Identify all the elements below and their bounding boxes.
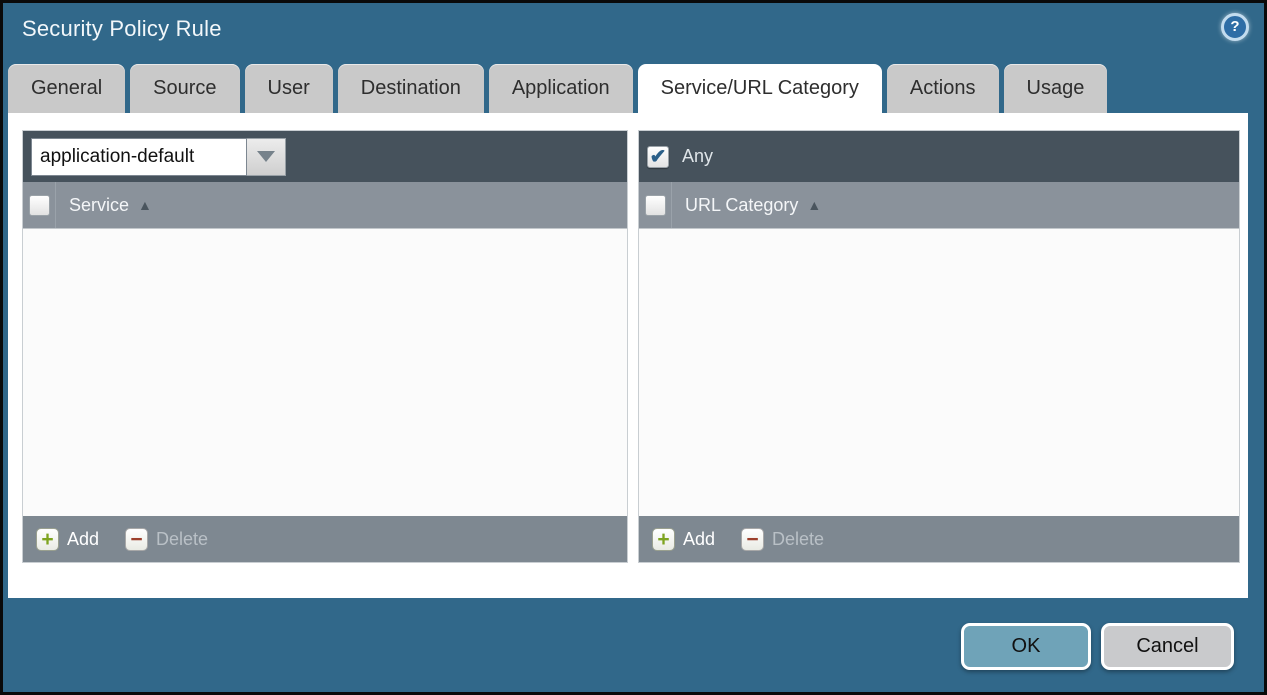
service-panel-footer: + Add − Delete [23,516,627,562]
add-button-label: Add [683,529,715,550]
chevron-down-icon [257,151,275,162]
ok-button[interactable]: OK [961,623,1091,670]
service-column-header[interactable]: Service ▲ [69,195,152,216]
service-panel-toolbar [23,131,627,182]
url-category-panel-toolbar: ✔ Any [639,131,1239,182]
plus-icon: + [652,528,675,551]
tab-service-url-category[interactable]: Service/URL Category [638,64,882,113]
service-delete-button[interactable]: − Delete [125,528,208,551]
minus-icon: − [125,528,148,551]
delete-button-label: Delete [772,529,824,550]
url-category-column-header[interactable]: URL Category ▲ [685,195,821,216]
tab-usage[interactable]: Usage [1004,64,1108,113]
tab-destination[interactable]: Destination [338,64,484,113]
service-column-label: Service [69,195,129,216]
tab-user[interactable]: User [245,64,333,113]
url-category-panel-footer: + Add − Delete [639,516,1239,562]
cancel-button[interactable]: Cancel [1101,623,1234,670]
service-select-all-checkbox[interactable] [29,195,50,216]
security-policy-rule-dialog: Security Policy Rule ? General Source Us… [0,0,1267,695]
tab-actions[interactable]: Actions [887,64,999,113]
any-checkbox-label: Any [682,146,713,167]
url-category-table-body[interactable] [639,229,1239,516]
service-type-input[interactable] [31,138,247,176]
delete-button-label: Delete [156,529,208,550]
url-category-delete-button[interactable]: − Delete [741,528,824,551]
url-category-add-button[interactable]: + Add [652,528,715,551]
url-category-header-checkbox-cell [639,182,672,228]
tab-application[interactable]: Application [489,64,633,113]
url-category-panel: ✔ Any URL Category ▲ + Add − [638,130,1240,563]
service-table-body[interactable] [23,229,627,516]
sort-ascending-icon: ▲ [138,197,152,213]
sort-ascending-icon: ▲ [807,197,821,213]
page-title: Security Policy Rule [22,16,222,42]
url-category-select-all-checkbox[interactable] [645,195,666,216]
url-category-column-label: URL Category [685,195,798,216]
url-category-table-header: URL Category ▲ [639,182,1239,229]
service-add-button[interactable]: + Add [36,528,99,551]
any-checkbox[interactable]: ✔ [647,146,669,168]
service-panel: Service ▲ + Add − Delete [22,130,628,563]
service-type-combobox [31,138,286,176]
service-table-header: Service ▲ [23,182,627,229]
tab-source[interactable]: Source [130,64,239,113]
tab-general[interactable]: General [8,64,125,113]
add-button-label: Add [67,529,99,550]
help-icon[interactable]: ? [1221,13,1249,41]
service-header-checkbox-cell [23,182,56,228]
plus-icon: + [36,528,59,551]
tab-content-area: Service ▲ + Add − Delete ✔ Any [8,113,1248,598]
tab-bar: General Source User Destination Applicat… [8,64,1112,113]
service-type-dropdown-button[interactable] [247,138,286,176]
minus-icon: − [741,528,764,551]
